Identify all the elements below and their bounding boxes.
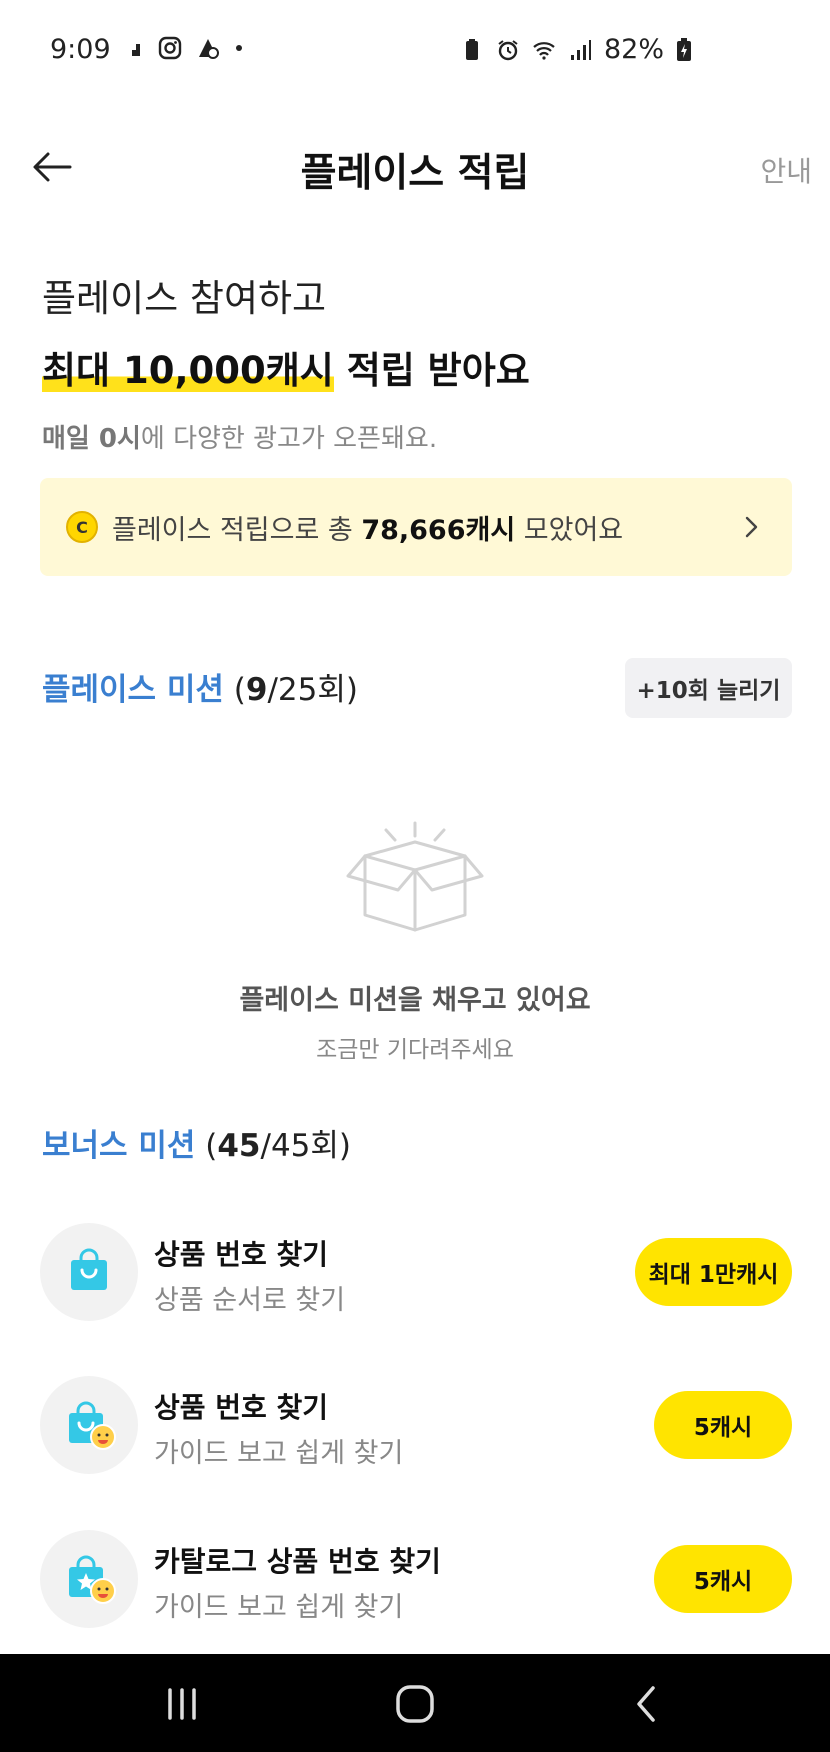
hero-sub-rest: 에 다양한 광고가 오픈돼요. — [140, 424, 438, 454]
bonus-mission-heading: 보너스 미션 (45/45회) — [42, 1120, 351, 1165]
mission-item[interactable]: 상품 번호 찾기 가이드 보고 쉽게 찾기 5캐시 — [40, 1376, 792, 1476]
home-icon[interactable] — [393, 1682, 437, 1726]
summary-prefix: 플레이스 적립으로 총 — [112, 514, 362, 546]
mission-subtitle: 가이드 보고 쉽게 찾기 — [154, 1592, 404, 1623]
bonus-mission-count-total: /45회) — [260, 1128, 352, 1164]
place-mission-heading: 플레이스 미션 (9/25회) — [42, 664, 358, 709]
recent-apps-icon[interactable] — [160, 1682, 204, 1726]
reward-button[interactable]: 5캐시 — [654, 1391, 792, 1459]
bonus-mission-count-open: ( — [195, 1128, 218, 1164]
summary-suffix: 모았어요 — [515, 514, 624, 546]
more-notifications-dot-icon — [236, 45, 242, 51]
chevron-right-icon — [745, 516, 758, 538]
hero-section: 플레이스 참여하고 최대 10,000캐시 적립 받아요 매일 0시에 다양한 … — [42, 268, 530, 455]
mission-item[interactable]: 상품 번호 찾기 상품 순서로 찾기 최대 1만캐시 — [40, 1223, 792, 1323]
coin-icon: C — [66, 511, 98, 543]
battery-charging-icon — [677, 37, 691, 61]
reward-button[interactable]: 최대 1만캐시 — [635, 1238, 792, 1306]
mission-title: 상품 번호 찾기 — [154, 1238, 329, 1271]
mission-title: 상품 번호 찾기 — [154, 1391, 329, 1424]
mission-icon-wrap — [40, 1376, 138, 1474]
page-title: 플레이스 적립 — [300, 151, 530, 196]
alarm-icon — [498, 39, 518, 60]
nav-back-icon[interactable] — [625, 1682, 669, 1726]
catalog-bag-face-icon — [69, 1555, 116, 1604]
hero-line1: 플레이스 참여하고 — [42, 277, 327, 320]
mission-title: 카탈로그 상품 번호 찾기 — [154, 1545, 441, 1578]
app-header: 플레이스 적립 안내 — [0, 120, 830, 220]
place-mission-count-done: 9 — [245, 672, 268, 708]
place-mission-title: 플레이스 미션 — [42, 672, 224, 708]
mission-subtitle: 가이드 보고 쉽게 찾기 — [154, 1438, 404, 1469]
empty-state-title: 플레이스 미션을 채우고 있어요 — [239, 985, 591, 1016]
shopping-bag-icon — [71, 1248, 107, 1290]
battery-saver-icon — [465, 38, 478, 60]
place-mission-count-open: ( — [223, 672, 246, 708]
hero-sub-bold: 매일 0시 — [42, 424, 141, 454]
total-earned-text: 플레이스 적립으로 총 78,666캐시 모았어요 — [112, 508, 623, 547]
hero-highlight: 최대 10,000캐시 — [42, 349, 334, 392]
status-notification-icons — [120, 36, 244, 60]
status-bar: 9:09 82% — [0, 0, 830, 100]
mission-subtitle: 상품 순서로 찾기 — [154, 1285, 346, 1316]
reward-button[interactable]: 5캐시 — [654, 1545, 792, 1613]
bonus-mission-title: 보너스 미션 — [42, 1128, 196, 1164]
bonus-mission-count-done: 45 — [217, 1128, 261, 1164]
total-earned-banner[interactable]: C 플레이스 적립으로 총 78,666캐시 모았어요 — [40, 478, 792, 576]
mission-icon-wrap — [40, 1223, 138, 1321]
place-mission-count-total: /25회) — [267, 672, 358, 708]
guide-link[interactable]: 안내 — [760, 150, 812, 190]
expand-missions-button[interactable]: +10회 늘리기 — [625, 658, 792, 718]
wifi-icon — [533, 41, 555, 60]
empty-state-subtitle: 조금만 기다려주세요 — [316, 1037, 514, 1063]
battery-percent: 82% — [603, 34, 664, 65]
mission-item[interactable]: 카탈로그 상품 번호 찾기 가이드 보고 쉽게 찾기 5캐시 — [40, 1530, 792, 1630]
status-time: 9:09 — [50, 34, 111, 65]
status-system-icons: 82% — [460, 34, 692, 65]
notification-app-icon — [124, 44, 140, 56]
hero-subtitle: 매일 0시에 다양한 광고가 오픈돼요. — [42, 418, 530, 455]
shopping-bag-face-icon — [69, 1401, 116, 1450]
signal-icon — [570, 39, 591, 60]
hero-line2-rest: 적립 받아요 — [333, 349, 530, 392]
empty-box-icon — [346, 821, 484, 932]
mission-icon-wrap — [40, 1530, 138, 1628]
summary-amount: 78,666캐시 — [361, 514, 516, 546]
hero-line2: 최대 10,000캐시 적립 받아요 — [42, 340, 530, 394]
instagram-icon — [158, 36, 182, 60]
system-navigation-bar — [0, 1654, 830, 1752]
app-notification-icon — [199, 39, 219, 59]
